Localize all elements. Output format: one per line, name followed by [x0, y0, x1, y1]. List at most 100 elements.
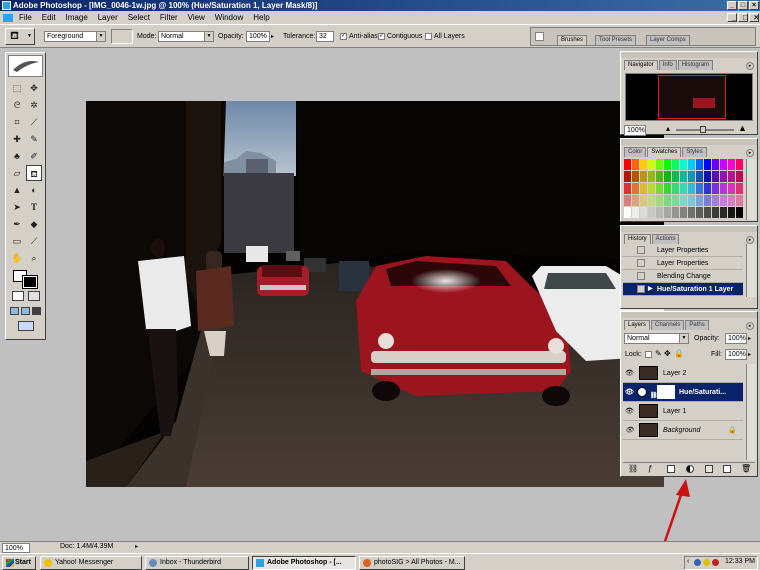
tab-history[interactable]: History [624, 234, 651, 244]
taskbar-item-photosig[interactable]: photoSIG > All Photos - M... [359, 556, 465, 570]
history-brush-source-icon[interactable] [637, 246, 645, 254]
swatches-scrollbar[interactable] [746, 159, 756, 220]
tray-clock[interactable]: 12:33 PM [725, 558, 755, 565]
swatch[interactable] [664, 207, 671, 218]
tab-swatches[interactable]: Swatches [647, 147, 682, 157]
swatch[interactable] [624, 195, 631, 206]
swatch[interactable] [728, 183, 735, 194]
swatch[interactable] [624, 207, 631, 218]
doc-restore-button[interactable]: □ [738, 13, 748, 22]
panel-drag-bar[interactable] [621, 139, 757, 145]
history-state-slider-icon[interactable]: ▶ [648, 283, 653, 296]
swatch[interactable] [728, 195, 735, 206]
eyedropper-tool-icon[interactable]: ⟋ [26, 233, 42, 249]
all-layers-checkbox[interactable] [425, 33, 432, 40]
swatch[interactable] [688, 159, 695, 170]
marquee-tool-icon[interactable]: ⬚ [9, 80, 25, 96]
swatch[interactable] [648, 159, 655, 170]
tab-color[interactable]: Color [624, 147, 647, 157]
swatch[interactable] [720, 207, 727, 218]
swatch[interactable] [736, 183, 743, 194]
swatch[interactable] [648, 171, 655, 182]
blur-tool-icon[interactable]: ▲ [9, 182, 25, 198]
menu-file[interactable]: File [15, 11, 36, 24]
maximize-button[interactable]: □ [738, 1, 748, 10]
swatch[interactable] [696, 183, 703, 194]
swatch[interactable] [736, 159, 743, 170]
swatch[interactable] [696, 159, 703, 170]
window-title-bar[interactable]: Adobe Photoshop - [IMG_0046-1w.jpg @ 100… [0, 0, 760, 11]
swatch[interactable] [728, 207, 735, 218]
navigator-preview[interactable] [625, 73, 753, 121]
start-button[interactable]: Start [2, 556, 36, 570]
swatch[interactable] [688, 195, 695, 206]
contiguous-checkbox[interactable]: ✓ [378, 33, 385, 40]
swatch[interactable] [664, 183, 671, 194]
mode-select[interactable]: Normal ▼ [158, 31, 214, 42]
swatch[interactable] [632, 207, 639, 218]
layer-row[interactable]: 👁 Background 🔒 [623, 421, 743, 440]
menu-image[interactable]: Image [62, 11, 92, 24]
adobe-online-icon[interactable] [8, 55, 43, 77]
history-brush-source-icon[interactable] [637, 272, 645, 280]
layer-row-selected[interactable]: 👁 ⛓ Hue/Saturati... [623, 383, 743, 402]
swatch[interactable] [624, 171, 631, 182]
minimize-button[interactable]: _ [727, 1, 737, 10]
history-brush-tool-icon[interactable]: ✐ [26, 148, 42, 164]
clone-stamp-tool-icon[interactable]: ♣ [9, 148, 25, 164]
doc-close-button[interactable]: × [749, 13, 759, 22]
tray-network-icon[interactable] [694, 559, 701, 566]
tray-security-icon[interactable] [712, 559, 719, 566]
tray-messenger-icon[interactable] [703, 559, 710, 566]
tool-preset-picker[interactable]: ⛾ ▼ [5, 28, 35, 45]
lock-all-icon[interactable]: 🔒 [674, 349, 684, 358]
swatch[interactable] [704, 207, 711, 218]
menu-help[interactable]: Help [249, 11, 273, 24]
history-item-selected[interactable]: ▶ Hue/Saturation 1 Layer [623, 283, 743, 296]
crop-tool-icon[interactable]: ⌗ [9, 114, 25, 130]
new-layer-icon[interactable] [723, 465, 731, 473]
navigator-zoom-slider[interactable] [676, 126, 734, 133]
swatch[interactable] [656, 183, 663, 194]
swatch[interactable] [736, 207, 743, 218]
full-screen-menu-icon[interactable] [21, 307, 30, 315]
swatch[interactable] [688, 183, 695, 194]
status-zoom-input[interactable]: 100% [2, 543, 30, 553]
swatch[interactable] [704, 159, 711, 170]
slice-tool-icon[interactable]: ⟋ [26, 114, 42, 130]
fill-slider-arrow-icon[interactable]: ▸ [748, 351, 751, 358]
trash-icon[interactable]: 🗑 [741, 464, 751, 473]
swatch[interactable] [656, 159, 663, 170]
swatch[interactable] [720, 159, 727, 170]
menu-select[interactable]: Select [124, 11, 154, 24]
swatch[interactable] [696, 195, 703, 206]
zoom-slider-thumb[interactable] [700, 126, 706, 133]
swatch[interactable] [680, 171, 687, 182]
link-layers-icon[interactable]: ⛓ [628, 464, 638, 473]
swatch[interactable] [712, 159, 719, 170]
history-brush-source-icon[interactable] [637, 259, 645, 267]
tab-layers[interactable]: Layers [624, 320, 651, 330]
menu-layer[interactable]: Layer [94, 11, 122, 24]
lasso-tool-icon[interactable]: ᘓ [9, 97, 25, 113]
status-menu-arrow-icon[interactable]: ▸ [135, 543, 138, 550]
panel-menu-icon[interactable]: ▸ [746, 149, 754, 157]
tab-histogram[interactable]: Histogram [677, 60, 714, 70]
path-selection-tool-icon[interactable]: ➤ [9, 199, 25, 215]
layer-mask-thumbnail[interactable] [657, 385, 675, 399]
zoom-in-icon[interactable]: ▲ [738, 123, 747, 133]
eye-icon[interactable]: 👁 [625, 407, 634, 416]
eye-icon[interactable]: 👁 [625, 388, 634, 397]
healing-brush-tool-icon[interactable]: ✚ [9, 131, 25, 147]
history-item[interactable]: Blending Change [623, 270, 743, 283]
swatch[interactable] [640, 159, 647, 170]
swatch[interactable] [672, 195, 679, 206]
swatch[interactable] [632, 159, 639, 170]
layer-opacity-input[interactable]: 100% [725, 333, 747, 344]
swatch[interactable] [648, 207, 655, 218]
history-brush-source-icon[interactable] [637, 285, 645, 293]
layer-row[interactable]: 👁 Layer 2 [623, 364, 743, 383]
layer-blend-mode-select[interactable]: Normal ▼ [624, 333, 689, 344]
swatch[interactable] [696, 207, 703, 218]
menu-edit[interactable]: Edit [38, 11, 60, 24]
